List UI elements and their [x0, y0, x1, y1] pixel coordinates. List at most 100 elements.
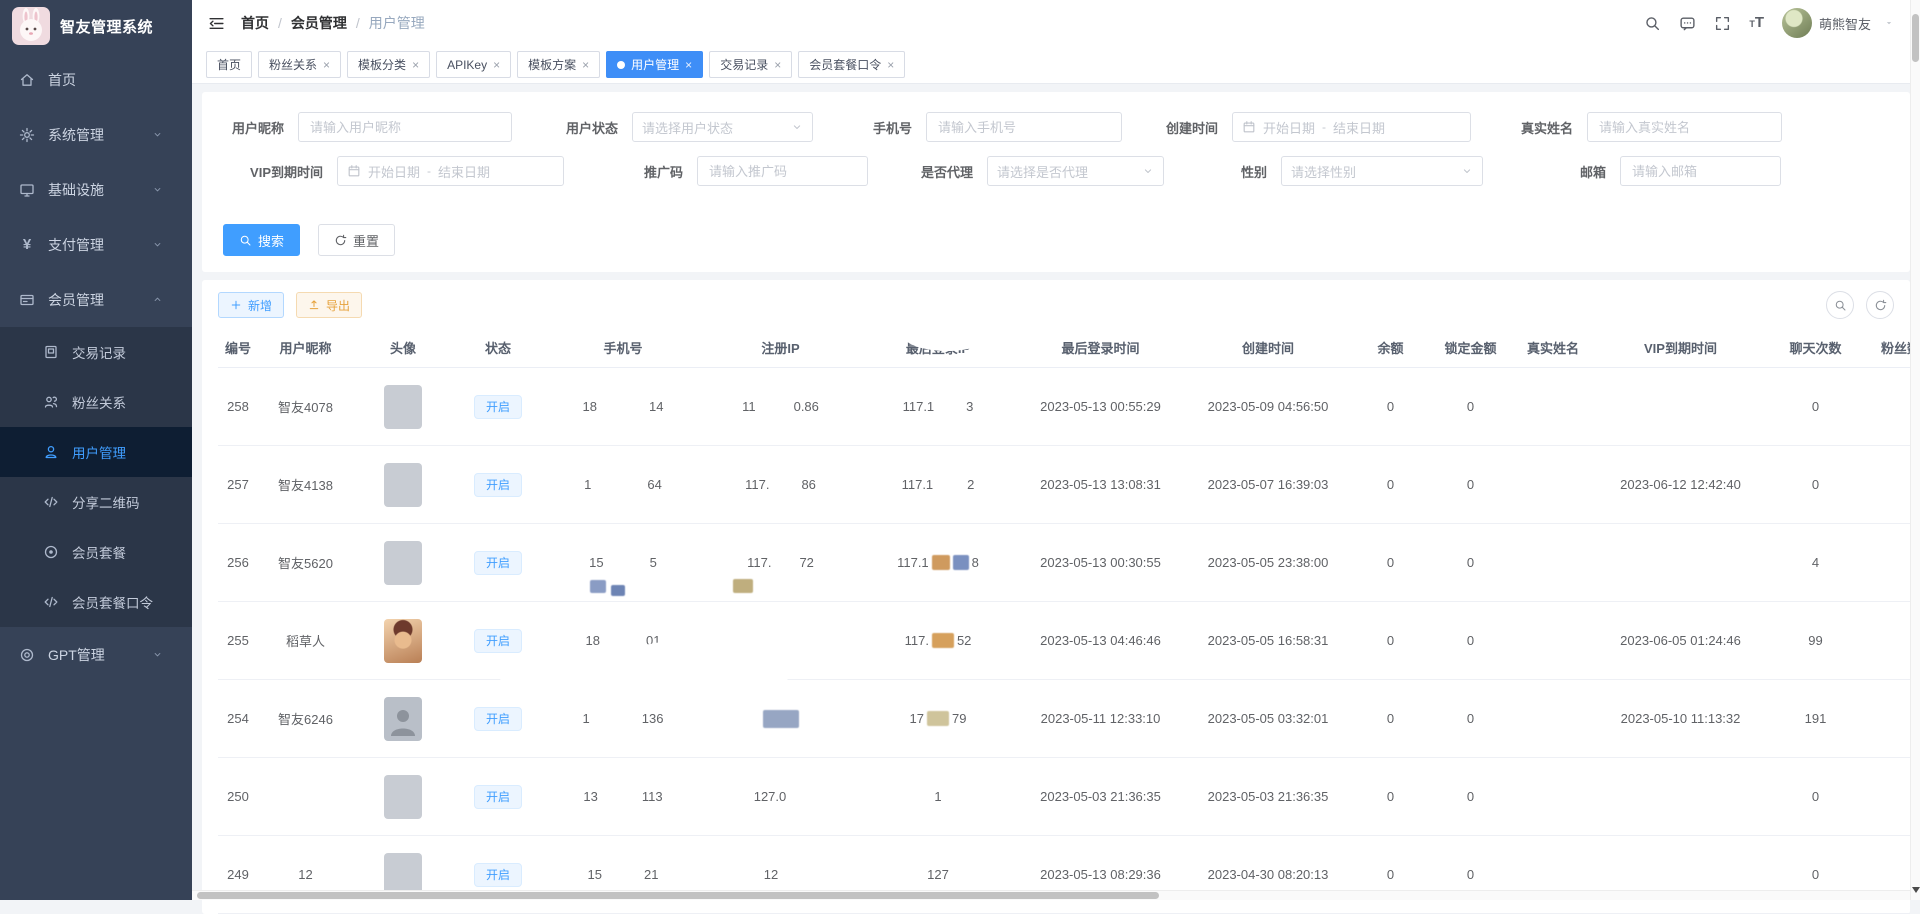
sidebar-item-payment[interactable]: ¥支付管理 — [0, 217, 192, 272]
nickname-input[interactable] — [308, 119, 502, 136]
censored-value: 127 — [858, 867, 1018, 882]
sidebar-item-package-codes[interactable]: 会员套餐口令 — [0, 577, 192, 627]
censor-patch — [953, 555, 969, 570]
header-message-button[interactable] — [1679, 15, 1696, 32]
user-menu[interactable]: 萌熊智友 — [1782, 8, 1894, 38]
app-title: 智友管理系统 — [60, 16, 153, 37]
cell-login_ip: 1779 — [858, 711, 1018, 726]
censored-value: 117.12 — [858, 477, 1018, 492]
sidebar-item-home[interactable]: 首页 — [0, 52, 192, 107]
cell-last_login: 2023-05-13 08:29:36 — [1018, 867, 1183, 882]
header-search-button[interactable] — [1644, 15, 1661, 32]
filter-input-realname[interactable] — [1587, 112, 1782, 142]
filter-select-status[interactable]: 请选择用户状态 — [632, 112, 813, 142]
sidebar-item-users[interactable]: 用户管理 — [0, 427, 192, 477]
gear-icon — [14, 127, 40, 143]
value-fragment: 113 — [642, 789, 663, 804]
tab-users[interactable]: 用户管理× — [606, 51, 703, 78]
vertical-scrollbar[interactable] — [1910, 0, 1920, 900]
add-button-label: 新增 — [248, 297, 272, 314]
table-refresh-button[interactable] — [1866, 291, 1894, 319]
breadcrumb-home[interactable]: 首页 — [241, 13, 269, 33]
cell-created: 2023-04-30 08:20:13 — [1183, 867, 1353, 882]
tab-home[interactable]: 首页 — [206, 51, 252, 78]
filter-daterange-vip-expire[interactable]: 开始日期-结束日期 — [337, 156, 564, 186]
tab-close-icon[interactable]: × — [493, 59, 500, 71]
sidebar-item-packages[interactable]: 会员套餐 — [0, 527, 192, 577]
value-fragment: 3 — [966, 399, 973, 414]
tab-transactions[interactable]: 交易记录× — [709, 51, 792, 78]
phone-input[interactable] — [936, 119, 1112, 136]
column-header-chats: 聊天次数 — [1768, 338, 1863, 357]
breadcrumb-member-management[interactable]: 会员管理 — [291, 13, 347, 33]
filter-select-gender[interactable]: 请选择性别 — [1281, 156, 1483, 186]
tab-close-icon[interactable]: × — [582, 59, 589, 71]
promo-code-input[interactable] — [707, 163, 858, 180]
main-content: 用户昵称用户状态请选择用户状态手机号创建时间开始日期-结束日期真实姓名VIP到期… — [192, 84, 1920, 900]
tab-close-icon[interactable]: × — [685, 59, 692, 71]
tab-package-codes[interactable]: 会员套餐口令× — [798, 51, 905, 78]
cell-created: 2023-05-07 16:39:03 — [1183, 477, 1353, 492]
horizontal-scrollbar[interactable] — [192, 890, 1910, 900]
tab-apikey[interactable]: APIKey× — [436, 51, 511, 78]
censored-gap — [774, 562, 796, 563]
status-badge: 开启 — [474, 395, 522, 419]
filter-input-phone[interactable] — [926, 112, 1122, 142]
cell-phone: 1814 — [543, 399, 703, 414]
sidebar-item-member[interactable]: 会员管理 — [0, 272, 192, 327]
card-icon — [14, 292, 40, 308]
sidebar-item-fans[interactable]: 粉丝关系 — [0, 377, 192, 427]
export-button[interactable]: 导出 — [296, 292, 362, 318]
filter-daterange-created[interactable]: 开始日期-结束日期 — [1232, 112, 1471, 142]
tab-template-plan[interactable]: 模板方案× — [517, 51, 600, 78]
user-avatar-thumbnail — [384, 463, 422, 507]
select-placeholder: 请选择是否代理 — [997, 162, 1088, 181]
realname-input[interactable] — [1597, 119, 1772, 136]
sidebar-item-infrastructure[interactable]: 基础设施 — [0, 162, 192, 217]
sidebar-item-gpt[interactable]: GPT管理 — [0, 627, 192, 682]
sidebar-toggle-button[interactable] — [208, 15, 225, 32]
tab-close-icon[interactable]: × — [887, 59, 894, 71]
cell-phone: 1136 — [543, 711, 703, 726]
email-input[interactable] — [1630, 163, 1771, 180]
tab-template-category[interactable]: 模板分类× — [347, 51, 430, 78]
censor-patch — [763, 710, 799, 728]
fullscreen-button[interactable] — [1714, 15, 1731, 32]
cell-chats: 99 — [1768, 633, 1863, 648]
tab-bar: 首页粉丝关系×模板分类×APIKey×模板方案×用户管理×交易记录×会员套餐口令… — [192, 46, 1920, 84]
column-header-nickname: 用户昵称 — [258, 338, 353, 357]
cell-balance: 0 — [1353, 399, 1428, 414]
censored-gap — [937, 406, 963, 407]
sidebar-item-system[interactable]: 系统管理 — [0, 107, 192, 162]
cell-balance: 0 — [1353, 633, 1428, 648]
value-fragment: 2 — [967, 477, 974, 492]
daterange-end-placeholder: 结束日期 — [1333, 118, 1385, 137]
cell-reg_ip — [703, 710, 858, 728]
status-badge: 开启 — [474, 629, 522, 653]
scroll-down-arrow[interactable] — [1912, 887, 1920, 893]
filter-input-nickname[interactable] — [298, 112, 512, 142]
tab-close-icon[interactable]: × — [323, 59, 330, 71]
value-fragment: 1 — [934, 789, 941, 804]
sidebar-item-share-qr[interactable]: 分享二维码 — [0, 477, 192, 527]
censored-value: 117.86 — [703, 477, 858, 492]
cell-login_ip: 117.52 — [858, 633, 1018, 648]
table-search-button[interactable] — [1826, 291, 1854, 319]
filter-input-promo-code[interactable] — [697, 156, 868, 186]
vertical-scrollbar-thumb[interactable] — [1912, 14, 1919, 62]
reset-button[interactable]: 重置 — [318, 224, 395, 256]
tab-close-icon[interactable]: × — [774, 59, 781, 71]
add-button[interactable]: 新增 — [218, 292, 284, 318]
tab-fans[interactable]: 粉丝关系× — [258, 51, 341, 78]
censor-blob — [500, 650, 618, 704]
horizontal-scrollbar-thumb[interactable] — [197, 892, 1159, 899]
tab-close-icon[interactable]: × — [412, 59, 419, 71]
filter-select-is-agent[interactable]: 请选择是否代理 — [987, 156, 1164, 186]
search-button[interactable]: 搜索 — [223, 224, 300, 256]
caret-icon — [1884, 18, 1894, 28]
filter-input-email[interactable] — [1620, 156, 1781, 186]
value-fragment: 14 — [649, 399, 663, 414]
sidebar-item-transactions[interactable]: 交易记录 — [0, 327, 192, 377]
font-size-button[interactable]: TT — [1749, 15, 1764, 31]
topbar: 首页 / 会员管理 / 用户管理 TT萌熊智友 — [192, 0, 1920, 46]
